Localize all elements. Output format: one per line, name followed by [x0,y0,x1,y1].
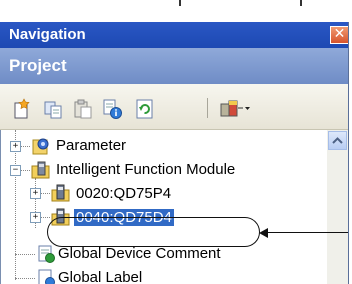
expand-toggle[interactable]: + [10,141,21,152]
collapse-toggle[interactable]: − [10,165,21,176]
comment-icon [36,244,56,264]
module-config-dropdown-icon[interactable] [219,98,251,118]
project-header-label: Project [9,56,67,75]
top-margin [0,0,352,22]
tree-connector [15,130,16,280]
paste-icon[interactable] [72,98,92,119]
module-folder-icon [31,160,51,180]
vertical-scrollbar[interactable] [327,130,348,284]
tree-connector [15,278,35,279]
copy-icon[interactable] [43,98,63,119]
tree-connector [20,146,30,147]
tree-item-label: 0020:QD75P4 [76,185,172,202]
tree-connector [40,193,50,194]
top-mark [300,0,302,6]
properties-icon[interactable] [101,98,122,119]
tree-connector [40,217,50,218]
project-header[interactable]: Project [0,48,348,84]
tree-item-label: Global Device Comment [58,245,221,262]
module-icon [51,183,71,203]
label-icon [36,268,56,284]
chevron-up-icon [332,137,343,144]
parameter-icon [31,136,51,156]
new-data-icon[interactable] [12,98,32,119]
callout-arrow-line [265,232,348,233]
expand-toggle[interactable]: + [30,188,41,199]
scroll-up-button[interactable] [328,131,347,150]
tree-connector [15,254,35,255]
tree-item-label: Intelligent Function Module [56,161,236,178]
tree-item-label: Parameter [56,137,127,154]
project-tree[interactable]: + Parameter − Intelligent Function Modul… [0,130,328,284]
close-button[interactable]: ✕ [330,26,348,44]
panel-title: Navigation [9,26,86,43]
panel-title-bar: Navigation ✕ [0,22,348,48]
refresh-icon[interactable] [134,98,154,119]
toolbar-separator [207,98,208,118]
top-mark [179,0,181,6]
toolbar [0,84,348,130]
expand-toggle[interactable]: + [30,212,41,223]
close-icon: ✕ [333,26,346,42]
callout-arrowhead [259,228,268,238]
callout-ellipse [47,217,260,247]
tree-item-label: Global Label [58,269,143,284]
tree-connector [20,170,30,171]
